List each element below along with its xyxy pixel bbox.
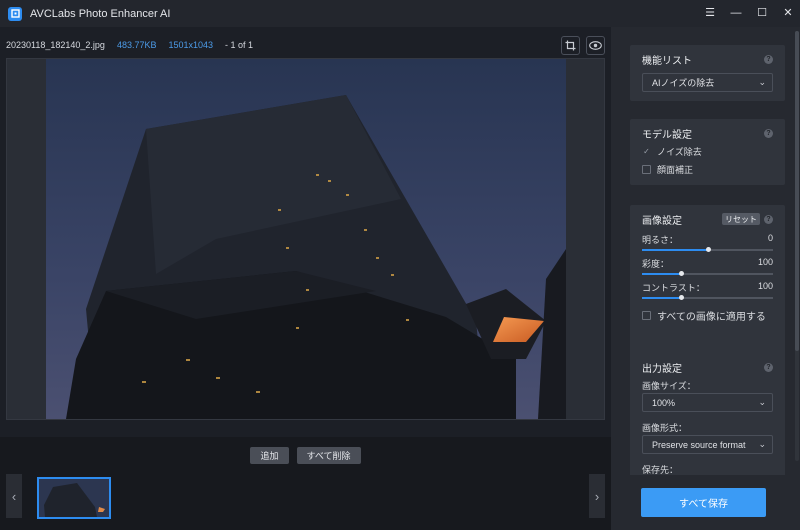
checkbox-icon[interactable] [642,310,651,320]
page-counter: - 1 of 1 [225,40,254,50]
thumbnail-item[interactable] [37,477,111,519]
slider-value: 100 [757,281,773,291]
slider-fill [642,297,682,299]
image-settings-title: 画像設定 [642,215,682,227]
checkbox-icon[interactable]: ✓ [642,147,651,156]
image-resolution: 1501x1043 [168,40,214,50]
slider-label: コントラスト： [642,283,705,293]
image-settings-card: 画像設定 リセット ? 明るさ： 0 彩度： 100 コントラスト： 100 す… [630,205,785,357]
slider-label: 明るさ： [642,235,679,245]
feature-list-title: 機能リスト [642,55,692,67]
slider-track[interactable] [642,247,773,252]
image-format-label: 画像形式： [642,423,688,433]
save-footer: すべて保存 [611,475,800,530]
settings-panel: 機能リスト ? AIノイズの除去 ⌄ モデル設定 ? ✓ ノイズ除去 顔面補正 [611,27,800,530]
window-controls: ☰ — ☐ ✕ [704,0,794,27]
image-format-select[interactable]: Preserve source format ⌄ [642,435,773,454]
title-bar: AVCLabs Photo Enhancer AI ☰ — ☐ ✕ [0,0,800,27]
minimize-icon[interactable]: — [730,8,742,20]
eye-icon[interactable] [586,36,605,55]
help-icon[interactable]: ? [764,362,773,372]
save-destination-label: 保存先： [642,465,679,475]
help-icon[interactable]: ? [764,54,773,64]
model-settings-title: モデル設定 [642,129,692,141]
checkbox-icon[interactable] [642,164,651,174]
brightness-slider[interactable]: 明るさ： 0 [642,233,773,252]
feature-list-card: 機能リスト ? AIノイズの除去 ⌄ [630,45,785,101]
preview-photo [46,59,566,419]
slider-knob[interactable] [679,271,685,276]
slider-value: 100 [757,257,773,267]
prev-thumbnail-button[interactable]: ‹ [6,474,22,518]
slider-track[interactable] [642,271,773,276]
slider-label: 彩度： [642,259,670,269]
menu-icon[interactable]: ☰ [704,8,716,20]
image-size-value: 100% [652,397,676,408]
workspace: 20230118_182140_2.jpg 483.77KB 1501x1043… [0,27,611,530]
settings-scrollbar[interactable] [795,31,799,461]
feature-select-value: AIノイズの除去 [652,78,715,88]
thumbnail-strip: 追加 すべて削除 ‹ › [0,437,611,530]
add-button[interactable]: 追加 [250,447,289,464]
scrollbar-thumb[interactable] [795,31,799,351]
save-all-button[interactable]: すべて保存 [641,488,766,517]
option-face-enhance[interactable]: 顔面補正 [642,162,773,176]
preview-toolbar [561,36,605,55]
chevron-down-icon: ⌄ [758,397,766,407]
output-settings-title: 出力設定 [642,363,682,375]
file-size: 483.77KB [116,40,157,50]
model-settings-card: モデル設定 ? ✓ ノイズ除去 顔面補正 [630,119,785,185]
file-name: 20230118_182140_2.jpg [6,40,105,50]
reset-button[interactable]: リセット [722,213,760,225]
app-window: AVCLabs Photo Enhancer AI ☰ — ☐ ✕ 202301… [0,0,800,530]
slider-value: 0 [767,233,773,243]
help-icon[interactable]: ? [764,214,773,224]
image-size-label: 画像サイズ： [642,381,696,391]
chevron-down-icon: ⌄ [758,439,766,449]
slider-knob[interactable] [705,247,711,252]
app-title: AVCLabs Photo Enhancer AI [30,7,171,20]
saturation-slider[interactable]: 彩度： 100 [642,257,773,276]
slider-fill [642,249,708,251]
chevron-down-icon: ⌄ [758,77,766,87]
crop-icon[interactable] [561,36,580,55]
next-thumbnail-button[interactable]: › [589,474,605,518]
contrast-slider[interactable]: コントラスト： 100 [642,281,773,300]
option-label: 顔面補正 [657,164,694,175]
slider-knob[interactable] [679,295,685,300]
image-canvas[interactable] [6,58,605,420]
maximize-icon[interactable]: ☐ [756,8,768,20]
file-info-bar: 20230118_182140_2.jpg 483.77KB 1501x1043… [6,37,253,53]
apply-all-option[interactable]: すべての画像に適用する [642,308,773,323]
output-settings-card: 出力設定 ? 画像サイズ： 100% ⌄ 画像形式： Preserve sour… [630,353,785,493]
feature-select[interactable]: AIノイズの除去 ⌄ [642,73,773,92]
slider-fill [642,273,682,275]
option-noise-removal[interactable]: ✓ ノイズ除去 [642,144,773,158]
image-format-value: Preserve source format [652,439,746,450]
app-logo-icon [8,6,22,21]
image-size-select[interactable]: 100% ⌄ [642,393,773,412]
apply-all-label: すべての画像に適用する [657,311,766,323]
slider-track[interactable] [642,295,773,300]
option-label: ノイズ除去 [657,146,702,157]
delete-all-button[interactable]: すべて削除 [296,447,361,464]
thumbnail-actions: 追加 すべて削除 [0,447,611,464]
help-icon[interactable]: ? [764,128,773,138]
close-icon[interactable]: ✕ [782,8,794,20]
